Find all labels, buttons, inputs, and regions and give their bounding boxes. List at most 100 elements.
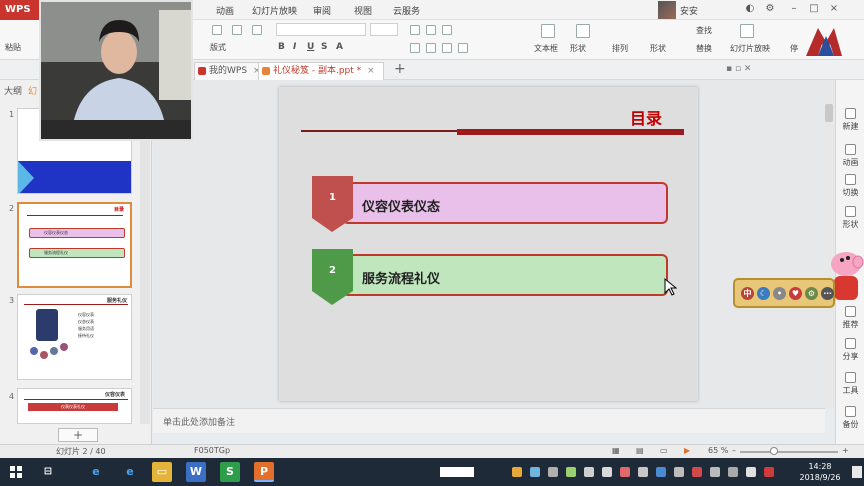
ime-indicator[interactable] [440,467,474,477]
skin-icon[interactable]: ◐ [744,3,756,15]
tab-document[interactable]: 礼仪秘笈 - 副本.ppt * × [258,62,384,80]
slideshow-icon[interactable] [740,24,754,38]
settings-icon[interactable]: ⚙ [764,3,776,15]
font-name-select[interactable] [276,23,366,36]
wps-tray-icon[interactable] [764,467,774,477]
edge-icon[interactable]: e [86,462,106,482]
slide-thumb-3[interactable]: 服务礼仪 仪容仪表 仪态仪表 服务用语 接待礼仪 [17,294,132,380]
slide-title[interactable]: 目录 [630,105,662,129]
justify-icon[interactable] [458,43,468,53]
dock-tools[interactable]: 工具 [836,372,864,396]
close-button[interactable]: × [828,3,840,15]
menu-slideshow[interactable]: 幻灯片放映 [252,4,297,17]
dock-share[interactable]: 分享 [836,338,864,362]
play-icon[interactable]: ▶ [684,446,690,455]
bullet-list-icon[interactable] [410,25,420,35]
menu-view[interactable]: 视图 [354,4,372,17]
tab-menu-icon[interactable]: ▪ ▫ ✕ [726,64,751,74]
more-icon[interactable]: ⋯ [821,287,834,300]
wps-spreadsheet-icon[interactable]: S [220,462,240,482]
shape-icon[interactable] [576,24,590,38]
tray-icon[interactable] [584,467,594,477]
tray-icon[interactable] [692,467,702,477]
shape-fill-button[interactable]: 形状 [650,43,666,54]
textbox-icon[interactable] [541,24,555,38]
notes-pane[interactable]: 单击此处添加备注 [153,408,825,433]
system-clock[interactable]: 14:28 2018/9/26 [790,461,850,483]
replace-button[interactable]: 替换 [696,43,712,54]
reset-icon[interactable] [232,25,242,35]
task-view-icon[interactable]: ⊟ [38,462,58,482]
notification-icon[interactable] [852,466,862,478]
indent-icon[interactable] [442,25,452,35]
tray-icon[interactable] [548,467,558,477]
floating-toolbar[interactable]: 中 ☾ • ♥ ⚙ ⋯ [733,278,835,308]
slide-thumb-4[interactable]: 仪容仪表 仪表仪表礼仪 [17,388,132,424]
new-slide-icon[interactable] [212,25,222,35]
align-center-icon[interactable] [426,43,436,53]
wps-presentation-icon[interactable]: P [254,462,274,482]
play-slideshow-button[interactable]: 幻灯片放映 [730,43,770,54]
align-right-icon[interactable] [442,43,452,53]
sorter-view-icon[interactable]: ▤ [636,446,644,455]
stop-button[interactable]: 停 [790,43,798,54]
tray-icon[interactable] [656,467,666,477]
menu-animation[interactable]: 动画 [216,4,234,17]
normal-view-icon[interactable]: ▦ [612,446,620,455]
strike-button[interactable]: S [321,42,327,52]
number-list-icon[interactable] [426,25,436,35]
dock-transition[interactable]: 切换 [836,174,864,198]
paste-button[interactable]: 粘贴 [5,42,21,53]
tray-icon[interactable] [620,467,630,477]
menu-review[interactable]: 审阅 [313,4,331,17]
zoom-slider[interactable] [740,451,838,453]
moon-icon[interactable]: ☾ [757,287,770,300]
network-icon[interactable] [746,467,756,477]
shirt-icon[interactable]: ♥ [789,287,802,300]
font-color-button[interactable]: A [336,42,343,52]
punct-icon[interactable]: • [773,287,786,300]
minimize-button[interactable]: – [788,3,800,15]
agenda-item-1[interactable]: 仪容仪表仪态 [342,182,668,224]
menu-cloud[interactable]: 云服务 [393,4,420,17]
new-tab-button[interactable]: + [394,61,406,77]
gear-icon[interactable]: ⚙ [805,287,818,300]
tray-icon[interactable] [602,467,612,477]
chinese-icon[interactable]: 中 [741,287,754,300]
zoom-out-button[interactable]: – [732,446,736,455]
align-left-icon[interactable] [410,43,420,53]
panel-scrollbar[interactable] [140,102,150,424]
arrange-button[interactable]: 排列 [612,43,628,54]
italic-button[interactable]: I [293,42,296,52]
user-avatar[interactable] [658,1,676,19]
dock-shape[interactable]: 形状 [836,206,864,230]
layout-button[interactable]: 版式 [210,42,226,53]
dock-new[interactable]: 新建 [836,108,864,132]
dock-recommend[interactable]: 推荐 [836,306,864,330]
tray-icon[interactable] [710,467,720,477]
restore-button[interactable]: □ [808,3,820,15]
windows-start-icon[interactable] [10,466,22,478]
underline-button[interactable]: U [307,42,314,52]
tab-outline[interactable]: 大纲 [4,84,22,97]
app-menu-button[interactable]: WPS [0,0,44,20]
ie-icon[interactable]: e [120,462,140,482]
zoom-in-button[interactable]: + [842,446,849,455]
close-icon[interactable]: × [367,66,375,76]
add-slide-button[interactable]: + [58,428,98,442]
file-explorer-icon[interactable]: ▭ [152,462,172,482]
zoom-slider-handle[interactable] [770,447,778,455]
section-icon[interactable] [252,25,262,35]
tray-icon[interactable] [674,467,684,477]
tray-icon[interactable] [530,467,540,477]
bold-button[interactable]: B [278,42,285,52]
find-button[interactable]: 查找 [696,25,712,36]
shape-button[interactable]: 形状 [570,43,586,54]
font-size-select[interactable] [370,23,398,36]
volume-icon[interactable] [728,467,738,477]
tray-icon[interactable] [638,467,648,477]
tab-slides[interactable]: 幻 [28,84,37,97]
dock-backup[interactable]: 备份 [836,406,864,430]
slide-thumb-2[interactable]: 目录 仪容仪表仪态 服务流程礼仪 [17,202,132,288]
current-slide[interactable]: 目录 仪容仪表仪态 1 服务流程礼仪 2 [279,87,698,401]
